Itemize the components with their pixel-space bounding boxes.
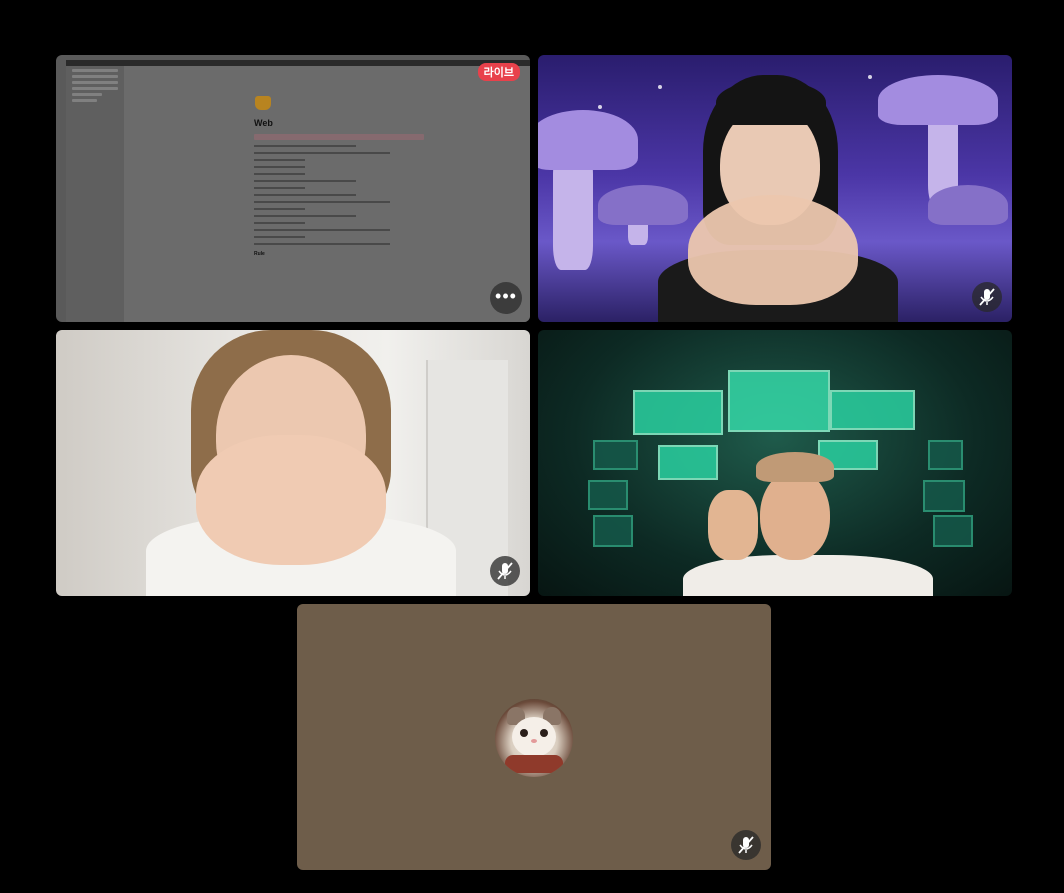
- live-badge: 라이브: [477, 63, 520, 81]
- participant-tile-4[interactable]: [538, 330, 1012, 596]
- doc-title: Web: [254, 118, 273, 128]
- participant-tile-2[interactable]: [538, 55, 1012, 322]
- more-options-button[interactable]: •••: [490, 282, 522, 314]
- doc-emoji-icon: [255, 96, 271, 110]
- participant-tile-3[interactable]: [56, 330, 530, 596]
- mic-muted-icon: [972, 282, 1002, 312]
- participant-tile-5[interactable]: [297, 604, 771, 870]
- doc-content: Web Rule: [254, 96, 424, 257]
- doc-callout: [254, 134, 424, 140]
- screen-share-tile[interactable]: Web Rule 라이브 •••: [56, 55, 530, 322]
- doc-section-heading: Rule: [254, 251, 265, 257]
- shared-document: Web Rule: [66, 60, 530, 322]
- mic-muted-icon: [731, 830, 761, 860]
- cat-avatar: [495, 699, 573, 777]
- browser-toolbar: [66, 60, 530, 66]
- doc-sidebar: [66, 66, 124, 322]
- mic-muted-icon: [490, 556, 520, 586]
